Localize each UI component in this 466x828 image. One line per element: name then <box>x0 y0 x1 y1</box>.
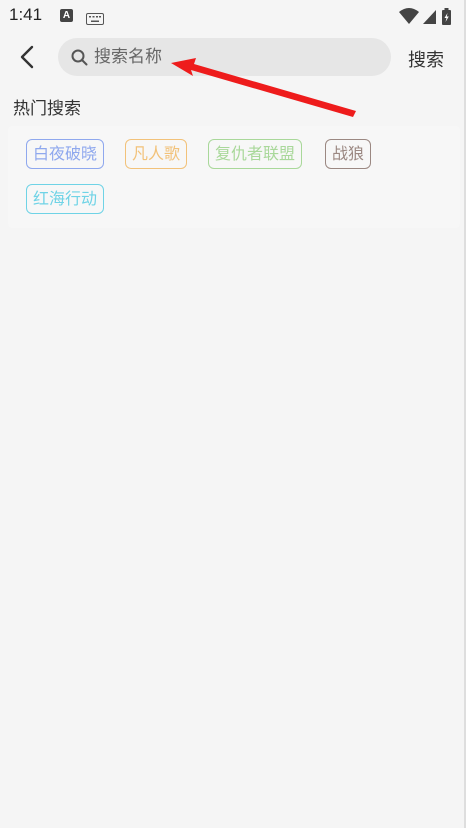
search-header: 搜索 <box>0 32 466 84</box>
status-time: 1:41 <box>9 5 43 24</box>
a-box-icon: A <box>60 9 73 22</box>
wifi-icon <box>399 8 419 24</box>
hot-tag-zhanlang[interactable]: 战狼 <box>325 139 372 169</box>
search-box[interactable] <box>58 38 391 76</box>
status-bar: 1:41 A <box>0 0 466 32</box>
search-icon <box>70 48 88 66</box>
signal-icon <box>423 10 436 24</box>
hot-tag-honghai-xingdong[interactable]: 红海行动 <box>26 184 105 214</box>
chevron-left-icon <box>20 45 34 73</box>
search-button[interactable]: 搜索 <box>408 46 444 72</box>
status-right-icons <box>398 6 458 26</box>
hot-search-title: 热门搜索 <box>13 99 81 119</box>
search-input[interactable] <box>92 46 376 68</box>
battery-icon <box>442 8 451 25</box>
back-button[interactable] <box>10 42 44 76</box>
keyboard-icon <box>86 10 104 29</box>
hot-tag-baiye-poxiao[interactable]: 白夜破晓 <box>26 139 105 169</box>
hot-search-tags: 白夜破晓 凡人歌 复仇者联盟 战狼 红海行动 <box>8 126 460 228</box>
annotation-arrow <box>171 58 356 117</box>
hot-tag-fanren-ge[interactable]: 凡人歌 <box>125 139 188 169</box>
hot-tag-fuchouzhe-lianmeng[interactable]: 复仇者联盟 <box>208 139 303 169</box>
